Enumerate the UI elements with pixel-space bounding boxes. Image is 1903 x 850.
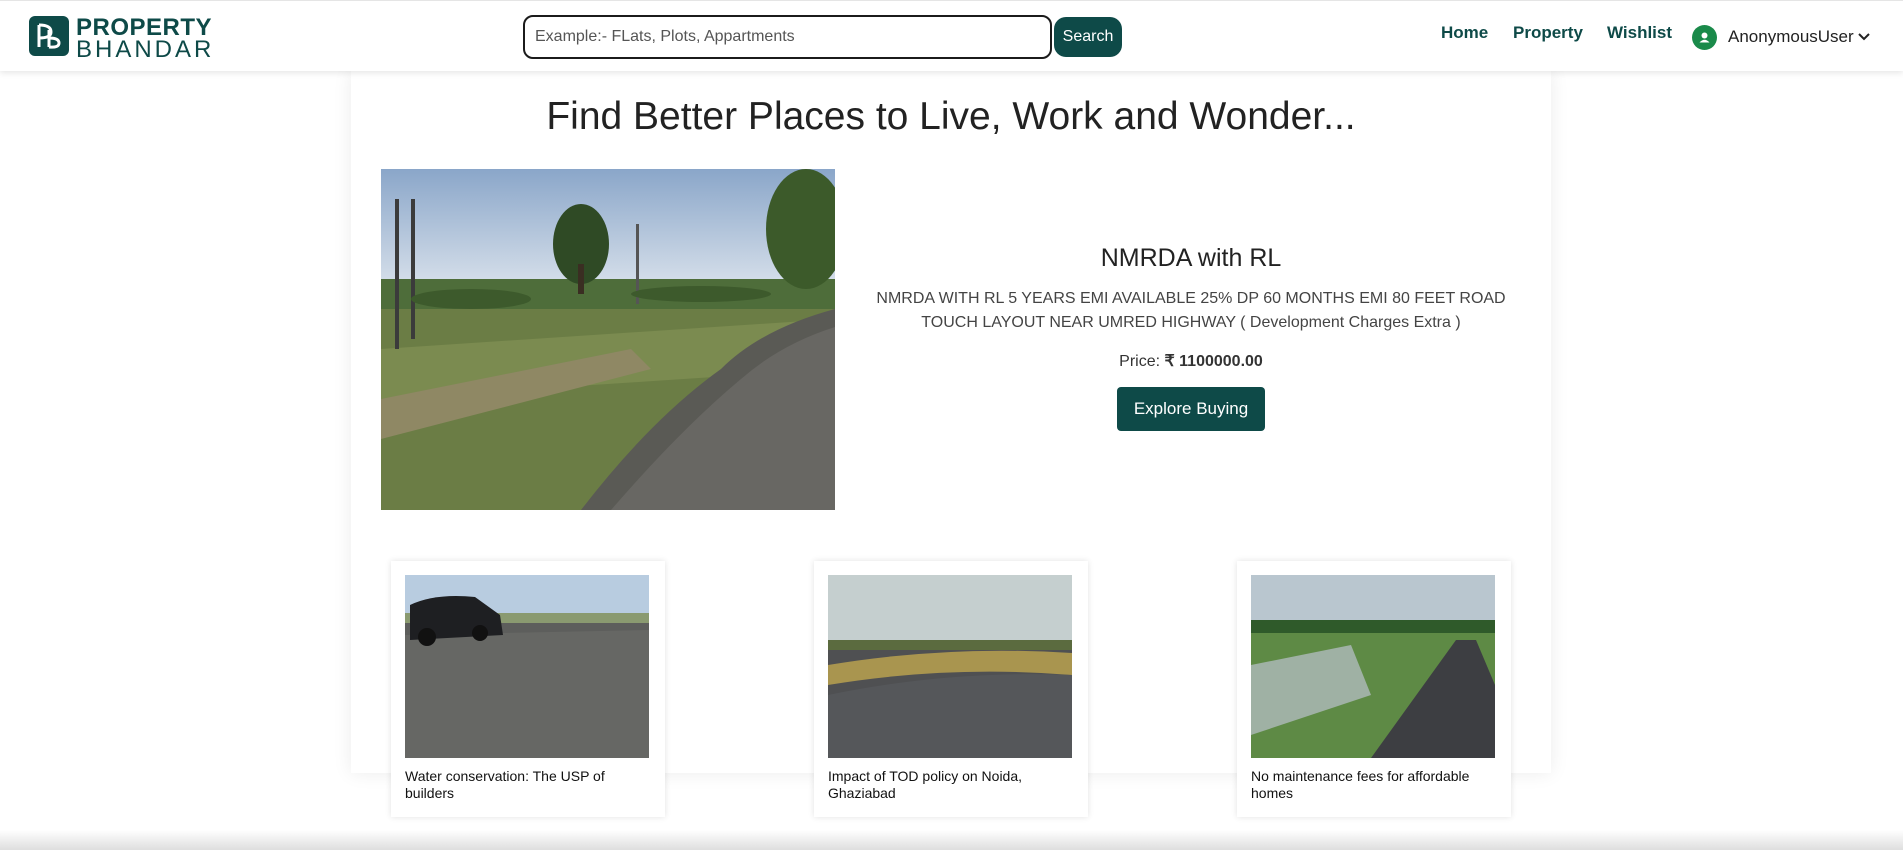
search-input[interactable] [523,15,1052,59]
user-name[interactable]: AnonymousUser [1728,27,1854,47]
property-title[interactable]: NMRDA with RL [861,244,1521,273]
blog-card[interactable]: Water conservation: The USP of builders [391,561,665,817]
top-navbar: PROPERTY BHANDAR Search Home Property Wi… [0,0,1903,71]
price-value: ₹ 1100000.00 [1164,353,1263,370]
blog-card[interactable]: Impact of TOD policy on Noida, Ghaziabad [814,561,1088,817]
search-button[interactable]: Search [1054,17,1122,57]
chevron-down-icon[interactable] [1856,29,1872,45]
user-avatar-icon[interactable] [1692,25,1717,50]
blog-caption[interactable]: Water conservation: The USP of builders [405,768,645,802]
blog-thumbnail[interactable] [1251,575,1495,758]
page-title: Find Better Places to Live, Work and Won… [546,95,1356,138]
nav-home-link[interactable]: Home [1441,23,1488,43]
blog-card[interactable]: No maintenance fees for affordable homes [1237,561,1511,817]
nav-property-link[interactable]: Property [1513,23,1583,43]
blog-thumbnail[interactable] [828,575,1072,758]
featured-property-image[interactable] [381,169,835,510]
blog-thumbnail[interactable] [405,575,649,758]
property-description: NMRDA WITH RL 5 YEARS EMI AVAILABLE 25% … [876,290,1506,331]
blog-caption[interactable]: No maintenance fees for affordable homes [1251,768,1491,802]
nav-wishlist-link[interactable]: Wishlist [1607,23,1672,43]
logo-text-secondary: BHANDAR [76,36,215,63]
price-label: Price: [1119,353,1161,370]
site-logo[interactable]: PROPERTY BHANDAR [29,14,212,63]
price-row: Price: ₹ 1100000.00 [861,351,1521,371]
page-bottom-shadow [0,830,1903,850]
explore-buying-button[interactable]: Explore Buying [1117,387,1265,431]
blog-caption[interactable]: Impact of TOD policy on Noida, Ghaziabad [828,768,1068,802]
logo-mark-icon [29,16,69,56]
featured-property-info: NMRDA with RL NMRDA WITH RL 5 YEARS EMI … [861,244,1521,431]
